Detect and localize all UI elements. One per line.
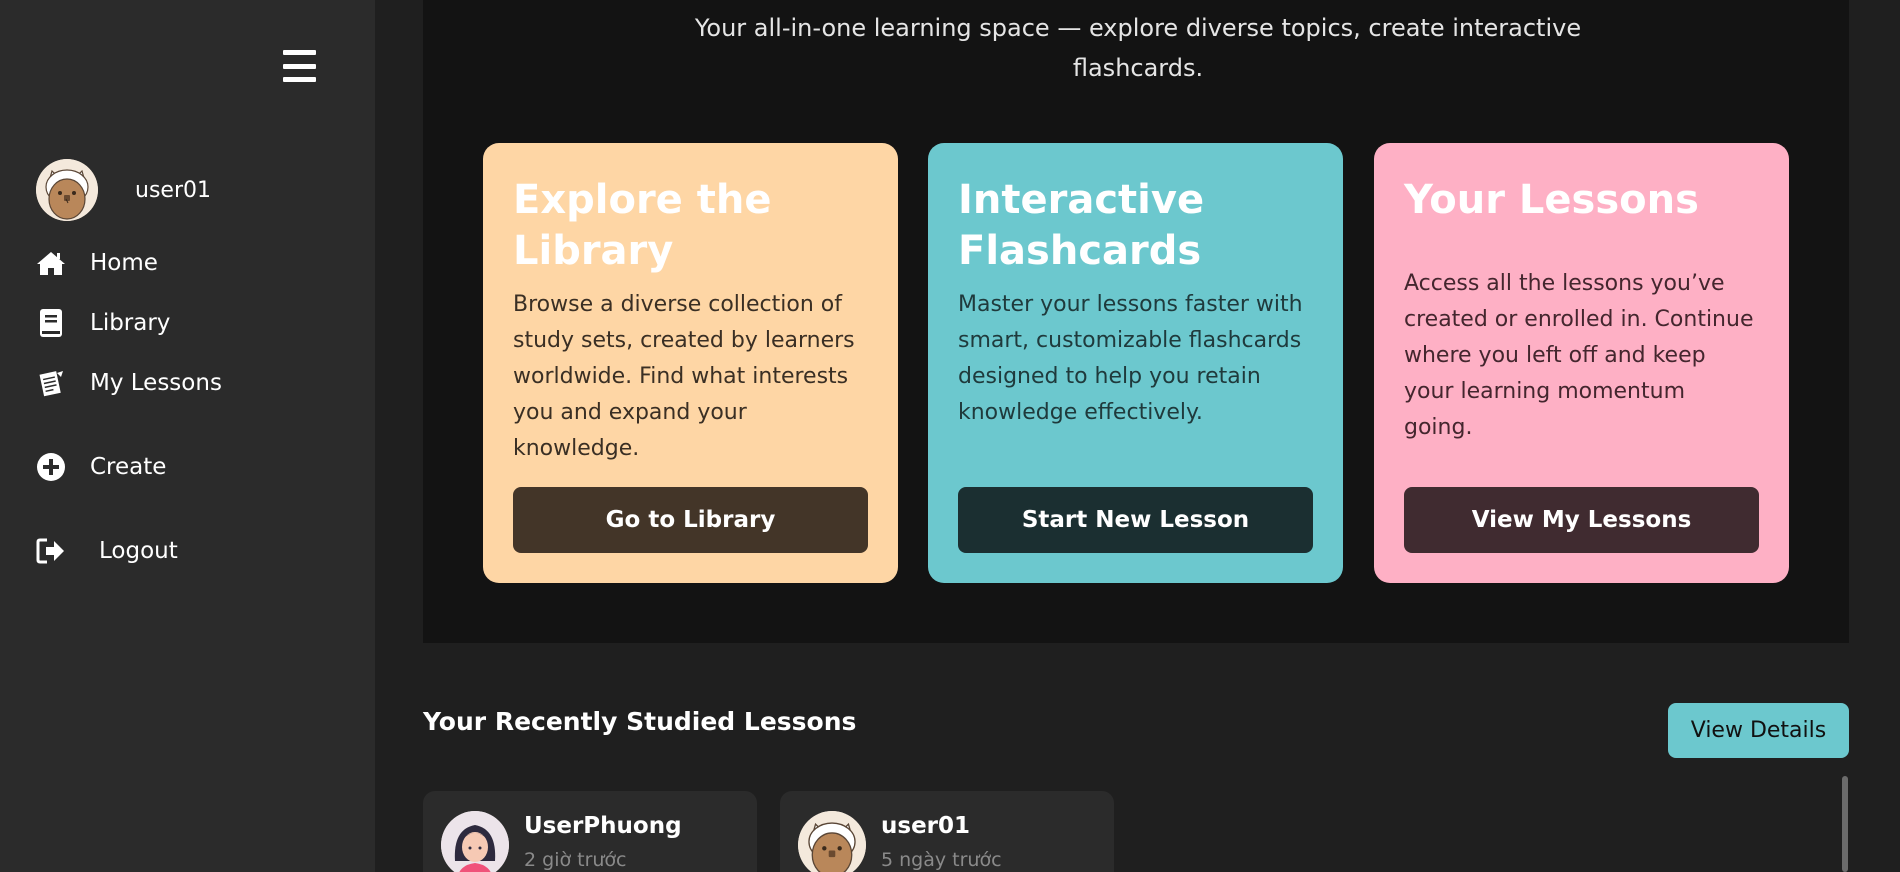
sidebar-item-logout[interactable]: Logout xyxy=(36,536,178,566)
sidebar-item-home[interactable]: Home xyxy=(36,248,158,278)
feature-card-library: Explore the Library Browse a diverse col… xyxy=(483,143,898,583)
sidebar-item-label: Library xyxy=(90,310,171,336)
go-to-library-button[interactable]: Go to Library xyxy=(513,487,868,553)
card-title: Explore the Library xyxy=(513,177,772,274)
book-icon xyxy=(36,308,66,338)
card-description: Browse a diverse collection of study set… xyxy=(513,292,855,461)
hero-subtitle: Your all-in-one learning space — explore… xyxy=(694,14,1582,82)
avatar xyxy=(36,159,98,221)
feature-card-flashcards: Interactive Flashcards Master your lesso… xyxy=(928,143,1343,583)
recent-lesson-card[interactable]: user01 5 ngày trước xyxy=(780,791,1114,872)
sidebar-item-create[interactable]: Create xyxy=(36,452,166,482)
feature-card-lessons: Your Lessons Access all the lessons you’… xyxy=(1374,143,1789,583)
username: user01 xyxy=(135,177,211,203)
sidebar-item-label: Create xyxy=(90,454,167,480)
card-title: Interactive Flashcards xyxy=(958,177,1205,274)
view-my-lessons-button[interactable]: View My Lessons xyxy=(1404,487,1759,553)
plus-circle-icon xyxy=(36,452,66,482)
avatar xyxy=(441,811,509,872)
avatar xyxy=(798,811,866,872)
lesson-time: 2 giờ trước xyxy=(524,849,627,871)
card-title: Your Lessons xyxy=(1404,177,1699,223)
notebook-icon xyxy=(36,368,66,398)
sidebar: user01 Home Library My Lessons Create Lo… xyxy=(0,0,375,872)
start-new-lesson-button[interactable]: Start New Lesson xyxy=(958,487,1313,553)
scrollbar[interactable] xyxy=(1842,776,1848,872)
recent-lesson-card[interactable]: UserPhuong 2 giờ trước xyxy=(423,791,757,872)
sidebar-item-my-lessons[interactable]: My Lessons xyxy=(36,368,222,398)
card-description: Access all the lessons you’ve created or… xyxy=(1404,271,1754,440)
lesson-owner: user01 xyxy=(881,813,971,839)
sidebar-item-library[interactable]: Library xyxy=(36,308,170,338)
sidebar-item-label: My Lessons xyxy=(90,370,222,396)
recent-lessons-title: Your Recently Studied Lessons xyxy=(423,707,857,736)
view-details-button[interactable]: View Details xyxy=(1668,703,1849,758)
hamburger-menu-icon[interactable] xyxy=(283,50,316,82)
lesson-time: 5 ngày trước xyxy=(881,849,1002,871)
user-profile[interactable]: user01 xyxy=(36,159,211,221)
lesson-owner: UserPhuong xyxy=(524,813,682,839)
logout-icon xyxy=(36,536,66,566)
sidebar-item-label: Home xyxy=(90,250,158,276)
hero-section: Your all-in-one learning space — explore… xyxy=(423,0,1849,643)
sidebar-item-label: Logout xyxy=(99,538,178,564)
home-icon xyxy=(36,248,66,278)
card-description: Master your lessons faster with smart, c… xyxy=(958,292,1303,425)
